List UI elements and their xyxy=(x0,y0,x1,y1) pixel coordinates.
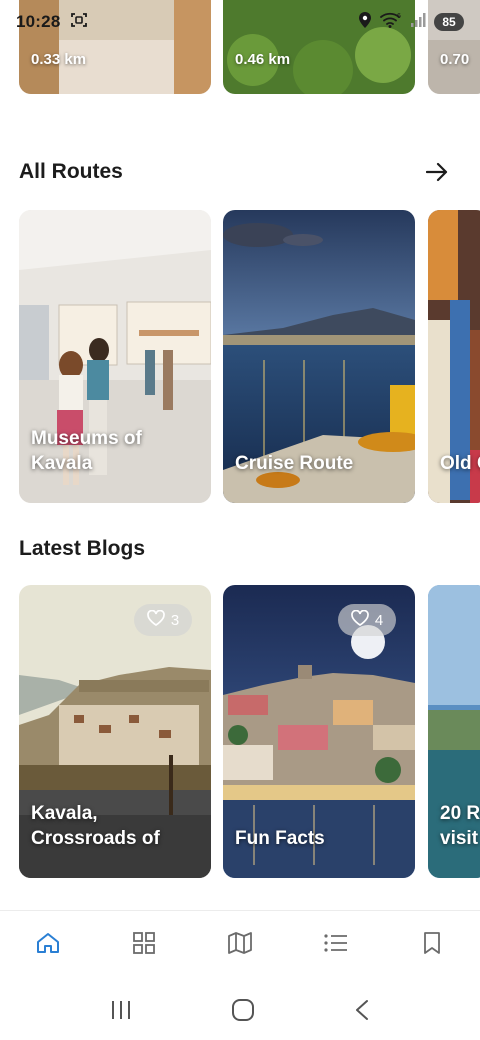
heart-icon xyxy=(146,609,165,630)
status-bar: 10:28 6 85 xyxy=(0,0,480,44)
arrow-right-icon xyxy=(425,162,448,187)
battery-indicator: 85 xyxy=(434,13,464,31)
latest-blogs-title: Latest Blogs xyxy=(19,537,146,560)
nearby-distance: 0.70 xyxy=(440,51,470,68)
all-routes-title: All Routes xyxy=(19,160,123,183)
nearby-distance: 0.33 km xyxy=(31,51,87,68)
map-icon xyxy=(228,932,252,959)
nav-item-list[interactable] xyxy=(312,922,360,970)
route-card[interactable]: Old C xyxy=(428,210,480,503)
route-card[interactable]: Cruise Route xyxy=(223,210,415,503)
blog-card-label: 20 R visit xyxy=(440,802,480,850)
blog-card[interactable]: 3 Kavala, Crossroads of xyxy=(19,585,211,878)
bookmark-icon xyxy=(423,932,441,959)
blog-card-label: Kavala, Crossroads of xyxy=(31,802,160,850)
all-routes-arrow-button[interactable] xyxy=(424,161,450,187)
nav-item-saved[interactable] xyxy=(408,922,456,970)
home-icon xyxy=(36,932,60,959)
blog-card[interactable]: 20 R visit xyxy=(428,585,480,878)
all-routes-row: Museums of Kavala Cruise Route Old xyxy=(0,210,480,503)
list-icon xyxy=(324,934,348,957)
back-button[interactable] xyxy=(354,999,370,1026)
latest-blogs-row: 3 Kavala, Crossroads of 4 Fun Facts 20 R… xyxy=(0,585,480,878)
screenshot-icon xyxy=(70,11,88,34)
route-card-label: Museums of Kavala xyxy=(31,427,142,475)
grid-icon xyxy=(133,932,155,959)
home-button[interactable] xyxy=(231,998,255,1027)
status-time: 10:28 xyxy=(16,12,61,31)
route-card-label: Old C xyxy=(440,453,480,475)
route-card-label: Cruise Route xyxy=(235,453,354,475)
nav-item-map[interactable] xyxy=(216,922,264,970)
location-icon xyxy=(358,11,372,33)
signal-icon xyxy=(410,12,426,33)
heart-icon xyxy=(350,609,369,630)
svg-text:6: 6 xyxy=(397,13,401,20)
blog-card[interactable]: 4 Fun Facts xyxy=(223,585,415,878)
recents-button[interactable] xyxy=(110,1000,132,1025)
like-count-badge[interactable]: 3 xyxy=(134,604,192,636)
system-navigation xyxy=(0,985,480,1040)
like-count: 3 xyxy=(170,611,180,629)
like-count-badge[interactable]: 4 xyxy=(338,604,396,636)
like-count: 4 xyxy=(374,611,384,629)
route-card[interactable]: Museums of Kavala xyxy=(19,210,211,503)
wifi-icon: 6 xyxy=(380,12,402,33)
nav-item-categories[interactable] xyxy=(120,922,168,970)
bottom-navigation xyxy=(0,910,480,980)
nearby-distance: 0.46 km xyxy=(235,51,291,68)
blog-card-label: Fun Facts xyxy=(235,828,325,850)
nav-item-home[interactable] xyxy=(24,922,72,970)
